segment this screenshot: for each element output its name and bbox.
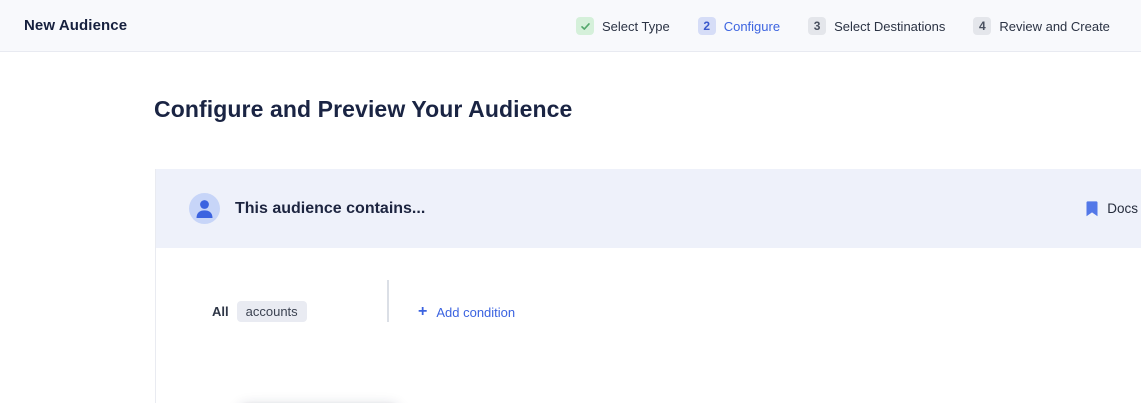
docs-label: Docs xyxy=(1107,201,1138,216)
docs-link[interactable]: Docs xyxy=(1086,201,1139,217)
step-review-and-create[interactable]: 4 Review and Create xyxy=(973,17,1110,35)
condition-group-divider xyxy=(387,280,389,322)
step-number-badge: 3 xyxy=(808,17,826,35)
add-condition-label: Add condition xyxy=(436,305,515,320)
panel-title: This audience contains... xyxy=(235,200,1086,218)
condition-scope-row: All accounts xyxy=(212,301,307,322)
step-configure[interactable]: 2 Configure xyxy=(698,17,780,35)
step-label: Configure xyxy=(724,19,780,34)
step-select-type[interactable]: Select Type xyxy=(576,17,670,35)
audience-panel: This audience contains... Docs All accou… xyxy=(155,169,1141,403)
step-label: Review and Create xyxy=(999,19,1110,34)
top-bar: New Audience Select Type 2 Configure 3 S… xyxy=(0,0,1141,52)
bookmark-icon xyxy=(1086,201,1098,217)
audience-avatar xyxy=(189,193,220,224)
panel-header: This audience contains... Docs xyxy=(156,169,1141,248)
step-select-destinations[interactable]: 3 Select Destinations xyxy=(808,17,945,35)
entity-type-dropdown-trigger[interactable]: accounts xyxy=(237,301,307,322)
step-label: Select Destinations xyxy=(834,19,945,34)
condition-prefix-label: All xyxy=(212,304,229,319)
condition-builder: All accounts + Add condition Users Accou… xyxy=(156,248,1141,403)
page-heading: Configure and Preview Your Audience xyxy=(154,96,572,123)
check-icon xyxy=(576,17,594,35)
step-number-badge: 2 xyxy=(698,17,716,35)
step-label: Select Type xyxy=(602,19,670,34)
plus-icon: + xyxy=(418,304,427,320)
add-condition-button[interactable]: + Add condition xyxy=(418,304,515,320)
person-icon xyxy=(189,193,220,224)
step-number-badge: 4 xyxy=(973,17,991,35)
page-title: New Audience xyxy=(24,17,127,34)
wizard-stepper: Select Type 2 Configure 3 Select Destina… xyxy=(576,0,1110,52)
